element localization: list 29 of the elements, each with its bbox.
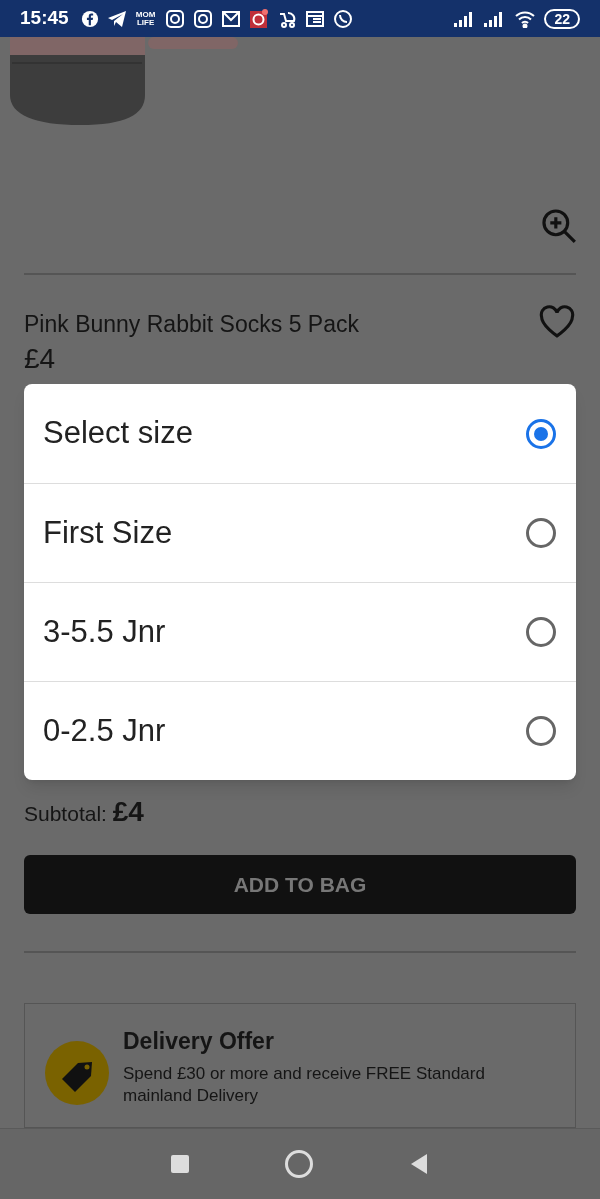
size-option[interactable]: Select size bbox=[24, 384, 576, 483]
app-label: MOM LIFE bbox=[134, 10, 157, 27]
radio-button[interactable] bbox=[526, 418, 556, 449]
size-option[interactable]: 0-2.5 Jnr bbox=[24, 681, 576, 780]
radio-button[interactable] bbox=[526, 617, 556, 647]
battery-icon: 22 bbox=[544, 8, 580, 29]
size-option[interactable]: 3-5.5 Jnr bbox=[24, 582, 576, 681]
radio-button[interactable] bbox=[526, 716, 556, 746]
product-title: Pink Bunny Rabbit Socks 5 Pack bbox=[24, 310, 359, 340]
camera-icon bbox=[164, 8, 185, 29]
product-price: £4 bbox=[24, 343, 56, 374]
delivery-title: Delivery Offer bbox=[123, 1027, 275, 1057]
phone-bubble-icon bbox=[332, 8, 353, 29]
heart-icon[interactable] bbox=[538, 305, 576, 340]
subtotal: Subtotal: £4 bbox=[24, 795, 145, 830]
radio-button[interactable] bbox=[526, 518, 556, 548]
tag-icon bbox=[45, 1041, 109, 1106]
zoom-in-icon[interactable] bbox=[540, 207, 578, 246]
calendar-icon bbox=[304, 8, 325, 29]
back-button[interactable] bbox=[409, 1153, 429, 1175]
delivery-text: Spend £30 or more and receive FREE Standard mainland Delivery bbox=[123, 1063, 486, 1107]
clock: 15:45 bbox=[20, 6, 69, 31]
paper-plane-icon bbox=[106, 9, 127, 28]
home-button[interactable] bbox=[285, 1150, 313, 1178]
camera-icon bbox=[192, 8, 213, 29]
wifi-icon bbox=[514, 9, 537, 28]
mail-icon bbox=[220, 8, 241, 29]
size-option[interactable]: First Size bbox=[24, 483, 576, 582]
facebook-icon bbox=[80, 9, 99, 28]
